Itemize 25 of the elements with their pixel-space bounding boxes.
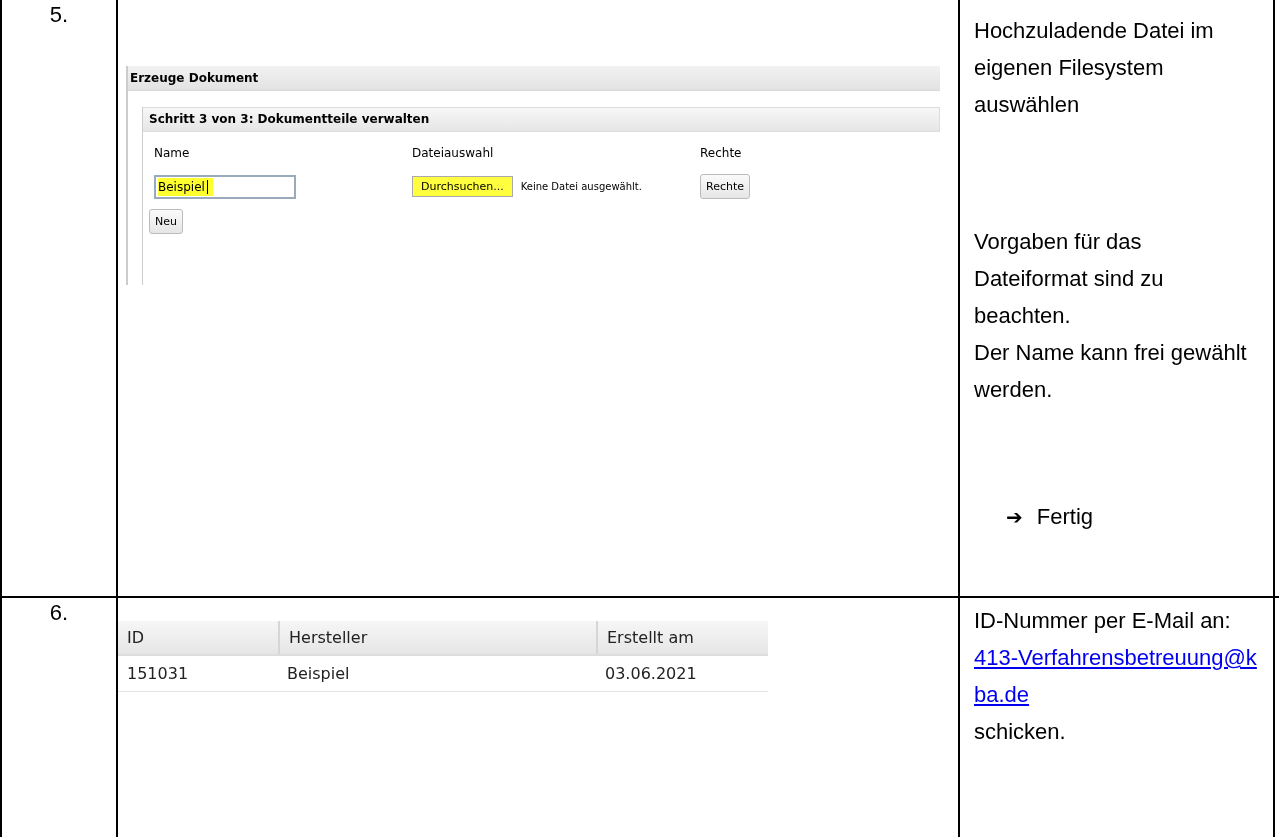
step-number: 6. (49, 600, 69, 625)
new-button[interactable]: Neu (149, 209, 183, 234)
instruction-text: ID-Nummer per E-Mail an: 413-Verfahrensbetreuung@kba.de schicken. (974, 602, 1260, 750)
instruction-text: Vorgaben für das Dateiformat sind zu beachten. (974, 228, 1165, 330)
column-header[interactable]: Hersteller (278, 621, 596, 654)
column-label: Rechte (700, 146, 743, 160)
step-text: Fertig (1036, 504, 1093, 530)
table-cell-text: Beispiel (286, 663, 351, 685)
email-link[interactable]: 413-Verfahrensbetreuung@kba.de (974, 639, 1260, 713)
step-number: 5. (49, 2, 69, 27)
instruction-text: Hochzuladende Datei im eigenen Filesystem auswählen (974, 17, 1215, 119)
rights-button[interactable]: Rechte (700, 174, 751, 199)
arrow-icon: ➔ (1006, 505, 1023, 529)
table-cell-text: 03.06.2021 (604, 663, 698, 685)
table-cell-text: 151031 (126, 663, 190, 685)
step-title: Schritt 3 von 3: Dokumentteile verwalten (143, 107, 940, 132)
dialog-title: Erzeuge Dokument (128, 66, 940, 91)
instruction-text: Der Name kann frei gewählt werden. (974, 339, 1248, 404)
file-status: Keine Datei ausgewählt. (520, 181, 642, 192)
column-header[interactable]: ID (118, 621, 278, 654)
column-label: Dateiauswahl (412, 146, 495, 160)
browse-button[interactable]: Durchsuchen... (412, 176, 513, 197)
column-header[interactable]: Erstellt am (596, 621, 756, 654)
name-field[interactable]: Beispiel (154, 174, 296, 199)
column-label: Name (154, 146, 191, 160)
